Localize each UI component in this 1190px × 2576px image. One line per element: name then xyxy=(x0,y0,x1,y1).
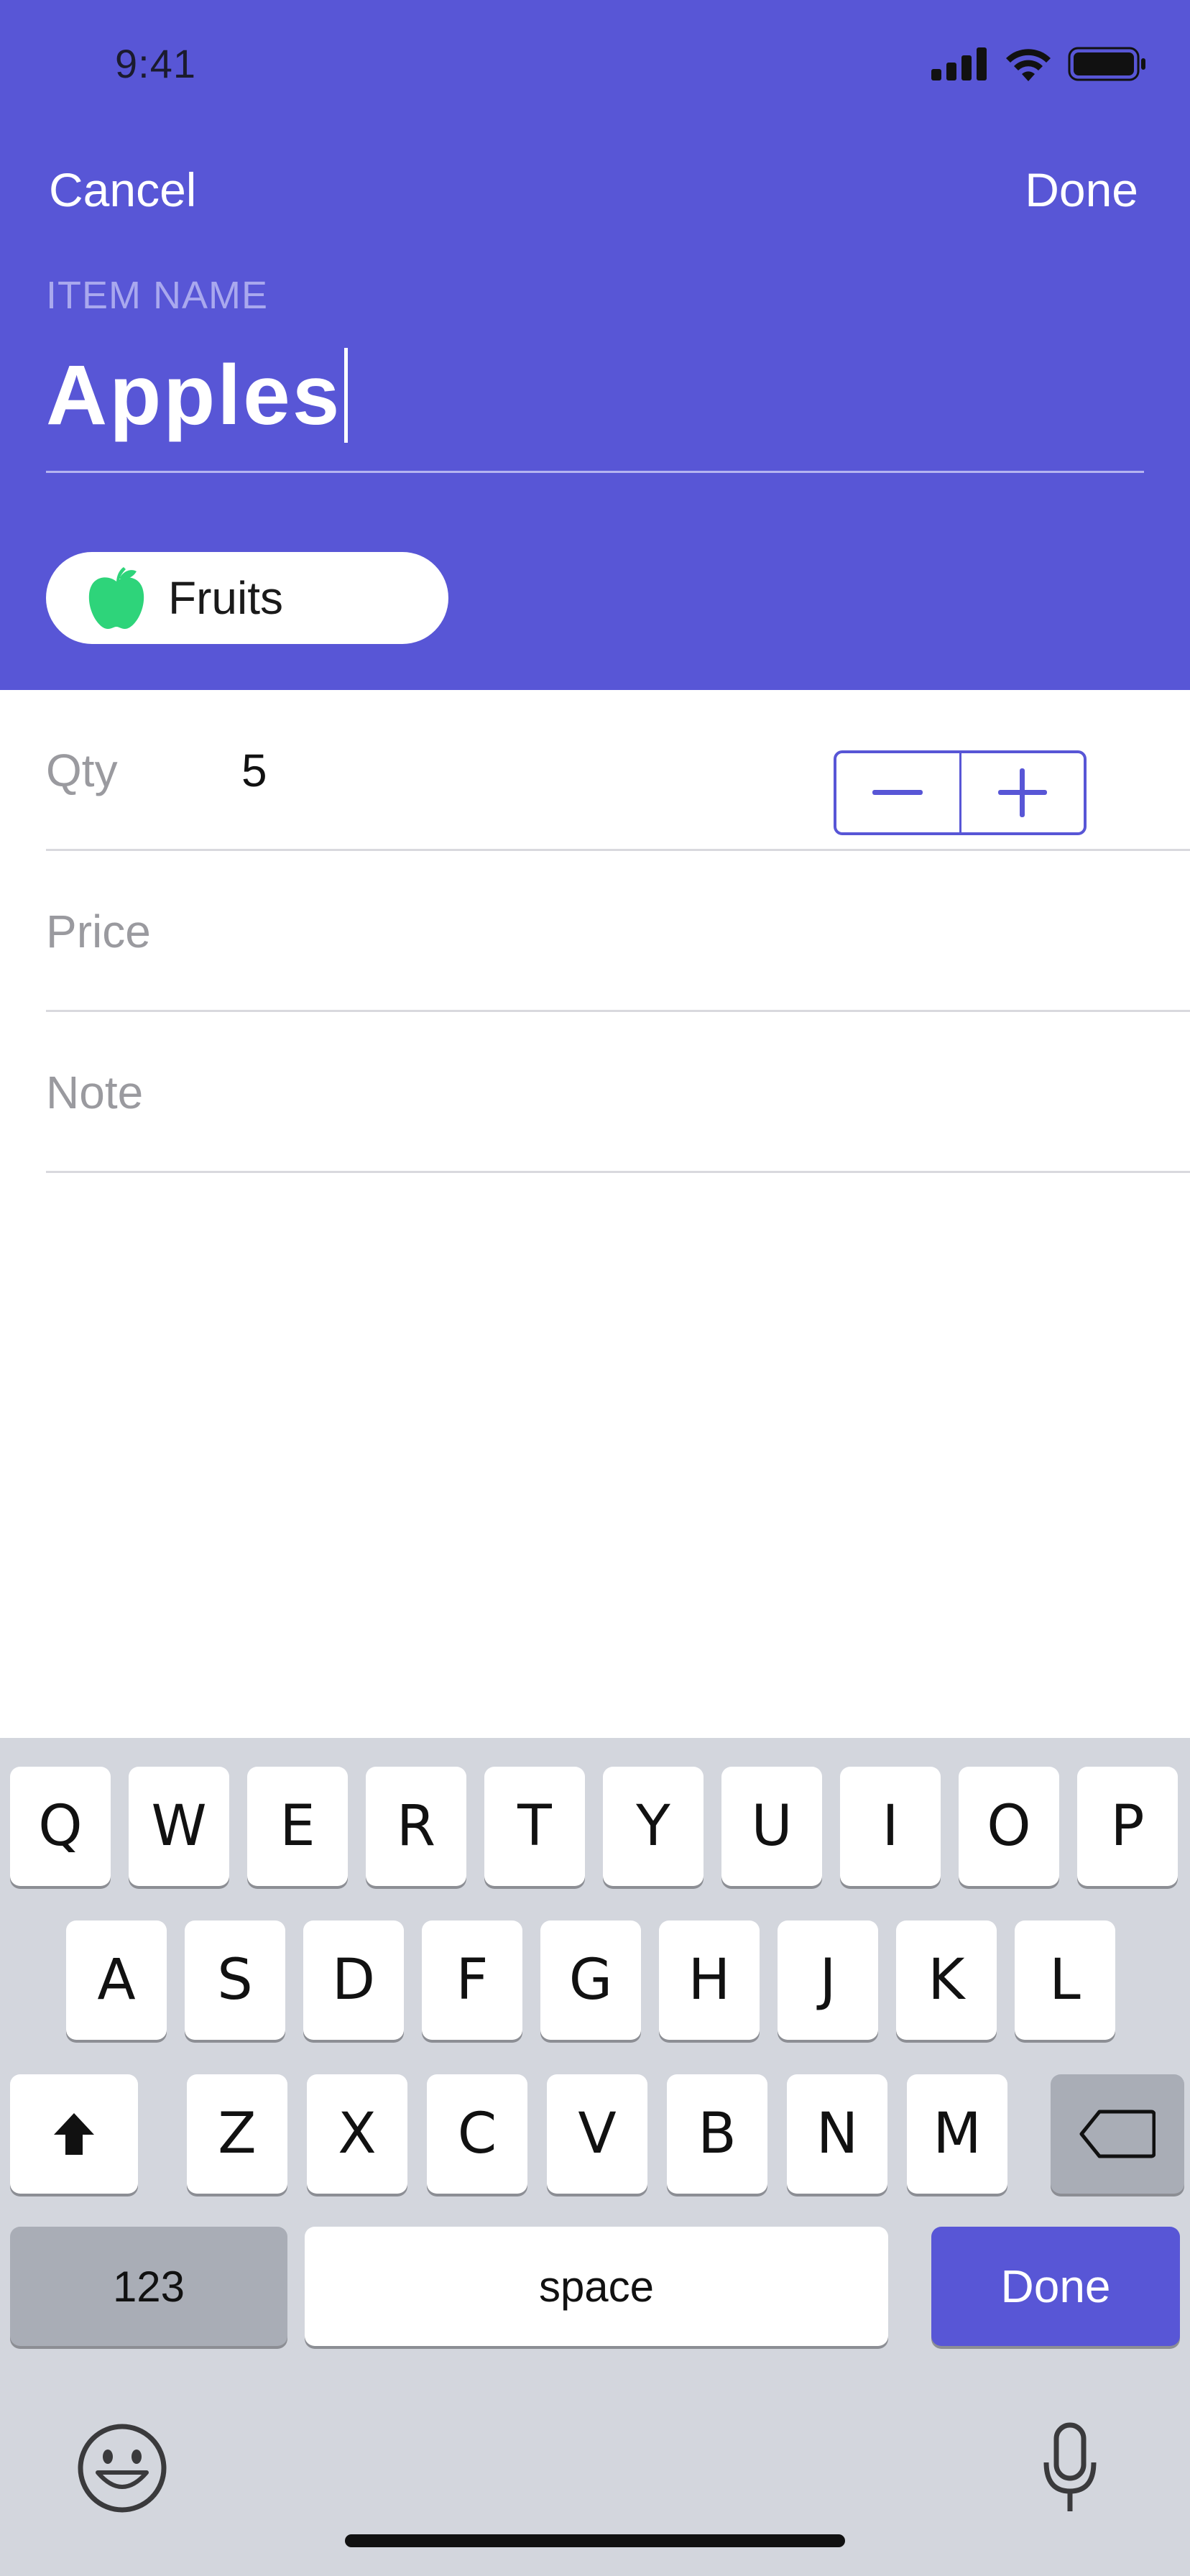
price-field[interactable]: Price xyxy=(46,851,1190,1012)
shift-key[interactable] xyxy=(10,2074,138,2194)
apple-icon xyxy=(88,567,144,629)
key-y[interactable]: Y xyxy=(603,1767,704,1886)
status-icons xyxy=(931,46,1147,82)
wifi-icon xyxy=(1006,49,1051,81)
cellular-signal-icon xyxy=(931,47,987,80)
key-h[interactable]: H xyxy=(659,1920,760,2040)
key-x[interactable]: X xyxy=(307,2074,407,2194)
key-r[interactable]: R xyxy=(366,1767,466,1886)
key-n[interactable]: N xyxy=(787,2074,887,2194)
key-i[interactable]: I xyxy=(840,1767,941,1886)
done-button[interactable]: Done xyxy=(1025,162,1138,217)
category-label: Fruits xyxy=(168,572,283,624)
key-z[interactable]: Z xyxy=(187,2074,287,2194)
quantity-stepper xyxy=(834,750,1087,835)
battery-icon xyxy=(1068,47,1145,81)
key-p[interactable]: P xyxy=(1077,1767,1178,1886)
key-t[interactable]: T xyxy=(484,1767,585,1886)
qty-row: Qty 5 xyxy=(46,690,1190,851)
key-l[interactable]: L xyxy=(1015,1920,1115,2040)
key-v[interactable]: V xyxy=(547,2074,647,2194)
qty-value[interactable]: 5 xyxy=(241,744,267,797)
note-field[interactable]: Note xyxy=(46,1012,1190,1173)
backspace-icon xyxy=(1079,2110,1156,2158)
microphone-icon[interactable] xyxy=(1041,2422,1099,2514)
price-label: Price xyxy=(46,906,151,957)
decrement-button[interactable] xyxy=(836,753,959,832)
qty-label: Qty xyxy=(46,745,118,796)
numbers-key[interactable]: 123 xyxy=(10,2227,287,2346)
key-j[interactable]: J xyxy=(778,1920,878,2040)
cancel-button[interactable]: Cancel xyxy=(49,162,196,217)
item-name-label: ITEM NAME xyxy=(46,274,269,317)
key-w[interactable]: W xyxy=(129,1767,229,1886)
text-caret xyxy=(344,348,349,443)
space-key[interactable]: space xyxy=(305,2227,888,2346)
key-f[interactable]: F xyxy=(422,1920,522,2040)
note-label: Note xyxy=(46,1067,144,1118)
keyboard-done-key[interactable]: Done xyxy=(931,2227,1180,2346)
key-o[interactable]: O xyxy=(959,1767,1059,1886)
backspace-key[interactable] xyxy=(1051,2074,1184,2194)
key-c[interactable]: C xyxy=(427,2074,527,2194)
status-time: 9:41 xyxy=(115,41,196,86)
item-name-divider xyxy=(46,471,1144,473)
home-indicator xyxy=(345,2534,845,2547)
key-e[interactable]: E xyxy=(247,1767,348,1886)
item-name-value: Apples xyxy=(46,348,342,443)
keyboard: Q W E R T Y U I O P A S D F G H J K L Z … xyxy=(0,1738,1190,2576)
shift-icon xyxy=(54,2113,94,2155)
emoji-icon[interactable] xyxy=(76,2422,168,2514)
plus-icon xyxy=(997,768,1047,817)
key-k[interactable]: K xyxy=(896,1920,997,2040)
key-b[interactable]: B xyxy=(667,2074,767,2194)
minus-icon xyxy=(872,790,923,795)
category-selector[interactable]: Fruits xyxy=(46,552,448,644)
increment-button[interactable] xyxy=(961,753,1084,832)
key-d[interactable]: D xyxy=(303,1920,404,2040)
key-q[interactable]: Q xyxy=(10,1767,111,1886)
item-name-input[interactable]: Apples xyxy=(46,323,1145,467)
header: 9:41 Cancel Done ITEM NAME Apples Fruits xyxy=(0,0,1190,690)
key-u[interactable]: U xyxy=(721,1767,822,1886)
key-a[interactable]: A xyxy=(66,1920,167,2040)
key-s[interactable]: S xyxy=(185,1920,285,2040)
key-g[interactable]: G xyxy=(540,1920,641,2040)
key-m[interactable]: M xyxy=(907,2074,1007,2194)
